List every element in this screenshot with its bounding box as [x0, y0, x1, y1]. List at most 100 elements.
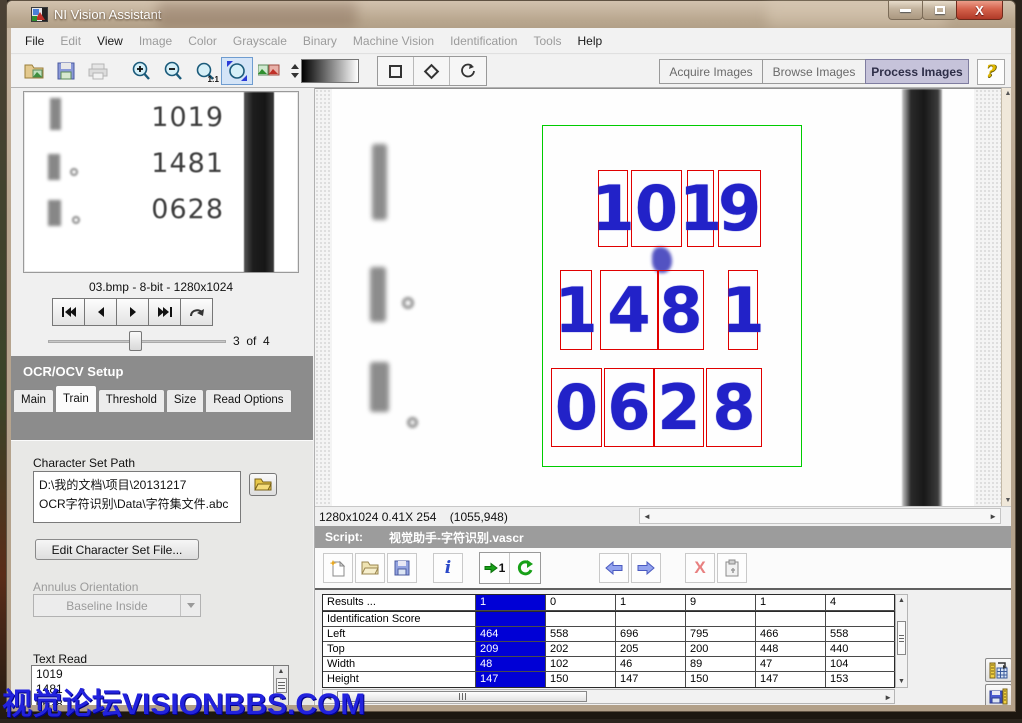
scrollbar-thumb[interactable] [897, 621, 906, 655]
table-cell[interactable]: 46 [616, 657, 686, 672]
table-cell[interactable]: 440 [826, 642, 896, 657]
menu-help[interactable]: Help [570, 30, 611, 52]
scrollbar-thumb[interactable] [337, 691, 587, 702]
run-once-button[interactable]: 1 [480, 553, 510, 583]
tab-threshold[interactable]: Threshold [98, 389, 165, 412]
reference-image[interactable]: 1019 1481 0628 [23, 91, 299, 273]
table-cell-selected[interactable] [476, 612, 546, 627]
minimize-button[interactable] [888, 1, 923, 20]
save-image-button[interactable] [51, 57, 83, 85]
menu-view[interactable]: View [89, 30, 131, 52]
step-back-button[interactable] [599, 553, 629, 583]
browse-path-button[interactable] [249, 473, 277, 496]
table-cell[interactable]: 4 [826, 595, 896, 611]
table-cell[interactable]: 558 [826, 627, 896, 642]
table-cell[interactable]: 150 [546, 672, 616, 687]
process-images-button[interactable]: Process Images [865, 59, 969, 84]
viewer-horizontal-scrollbar[interactable]: ◄ ► [639, 508, 1001, 524]
save-script-button[interactable] [387, 553, 417, 583]
loop-images-button[interactable] [180, 298, 213, 326]
zoom-out-button[interactable] [157, 57, 189, 85]
roi-rotate-button[interactable] [450, 57, 486, 85]
table-cell[interactable]: 0 [546, 595, 616, 611]
previous-image-button[interactable] [84, 298, 117, 326]
image-slider-thumb[interactable] [129, 331, 142, 351]
acquire-images-button[interactable]: Acquire Images [659, 59, 763, 84]
table-cell[interactable]: 9 [686, 595, 756, 611]
table-cell[interactable] [686, 612, 756, 627]
tab-size[interactable]: Size [166, 389, 204, 412]
paste-step-button[interactable] [717, 553, 747, 583]
table-cell[interactable]: 205 [616, 642, 686, 657]
table-horizontal-scrollbar[interactable]: ◄ ► [322, 689, 895, 704]
table-cell[interactable]: 150 [686, 672, 756, 687]
send-results-to-table-button[interactable] [985, 658, 1011, 682]
table-vertical-scrollbar[interactable]: ▲ ▼ [895, 594, 908, 688]
results-table[interactable]: Results ... 1 0 1 9 1 4 Identification S… [322, 594, 895, 688]
previous-icon [96, 306, 106, 318]
tab-train[interactable]: Train [55, 385, 97, 412]
next-image-button[interactable] [116, 298, 149, 326]
browse-images-button[interactable]: Browse Images [762, 59, 866, 84]
help-button[interactable]: ? [977, 59, 1005, 85]
table-cell[interactable]: 153 [826, 672, 896, 687]
palette-spinner[interactable] [291, 62, 299, 80]
last-image-button[interactable] [148, 298, 181, 326]
table-cell[interactable]: 558 [546, 627, 616, 642]
open-script-button[interactable] [355, 553, 385, 583]
table-cell[interactable]: 795 [686, 627, 756, 642]
table-cell-selected[interactable]: 147 [476, 672, 546, 687]
table-cell[interactable]: 200 [686, 642, 756, 657]
open-image-button[interactable] [19, 57, 51, 85]
table-cell[interactable]: 202 [546, 642, 616, 657]
table-cell[interactable]: 89 [686, 657, 756, 672]
character-set-path-field[interactable]: D:\我的文档\项目\20131217 OCR字符识别\Data\字符集文件.a… [33, 471, 241, 523]
maximize-button[interactable] [922, 1, 957, 20]
table-cell[interactable]: 466 [756, 627, 826, 642]
table-cell-selected[interactable]: 1 [476, 595, 546, 611]
table-cell-selected[interactable]: 209 [476, 642, 546, 657]
tab-read-options[interactable]: Read Options [205, 389, 291, 412]
reference-text-line: 0628 [94, 194, 224, 225]
save-results-button[interactable] [985, 684, 1011, 705]
table-cell-selected[interactable]: 464 [476, 627, 546, 642]
roi-rectangle-button[interactable] [378, 57, 414, 85]
zoom-in-button[interactable] [125, 57, 157, 85]
new-script-button[interactable] [323, 553, 353, 583]
edit-character-set-button[interactable]: Edit Character Set File... [35, 539, 199, 560]
tab-main[interactable]: Main [13, 389, 54, 412]
table-cell[interactable] [756, 612, 826, 627]
roi-diamond-button[interactable] [414, 57, 450, 85]
menu-file[interactable]: File [17, 30, 52, 52]
viewer-vertical-scrollbar[interactable]: ▲ ▼ [1001, 88, 1011, 506]
table-cell[interactable]: 104 [826, 657, 896, 672]
main-image-viewer[interactable]: 1 0 1 9 1 4 8 1 0 6 2 8 [315, 88, 1001, 506]
table-cell-selected[interactable]: 48 [476, 657, 546, 672]
table-cell[interactable]: 147 [616, 672, 686, 687]
title-bar[interactable]: NI Vision Assistant X [7, 1, 1015, 28]
image-display-button[interactable] [253, 57, 285, 85]
first-image-button[interactable] [52, 298, 85, 326]
palette-gradient-bar[interactable] [301, 59, 359, 83]
delete-step-button[interactable]: X [685, 553, 715, 583]
zoom-1to1-button[interactable]: 1:1 [189, 57, 221, 85]
table-cell[interactable]: 1 [616, 595, 686, 611]
run-loop-button[interactable] [510, 553, 540, 583]
menu-color: Color [180, 30, 225, 52]
table-cell[interactable]: 696 [616, 627, 686, 642]
table-cell[interactable]: 147 [756, 672, 826, 687]
table-cell[interactable]: 102 [546, 657, 616, 672]
run-once-count: 1 [499, 561, 506, 575]
arrow-left-icon [605, 561, 623, 575]
table-cell[interactable]: 1 [756, 595, 826, 611]
table-cell[interactable]: 47 [756, 657, 826, 672]
zoom-to-fit-button[interactable] [221, 57, 253, 85]
table-cell[interactable] [546, 612, 616, 627]
close-button[interactable]: X [956, 1, 1003, 20]
step-forward-button[interactable] [631, 553, 661, 583]
table-cell[interactable]: 448 [756, 642, 826, 657]
first-icon [61, 306, 77, 318]
table-cell[interactable] [616, 612, 686, 627]
table-cell[interactable] [826, 612, 896, 627]
script-info-button[interactable]: i [433, 553, 463, 583]
